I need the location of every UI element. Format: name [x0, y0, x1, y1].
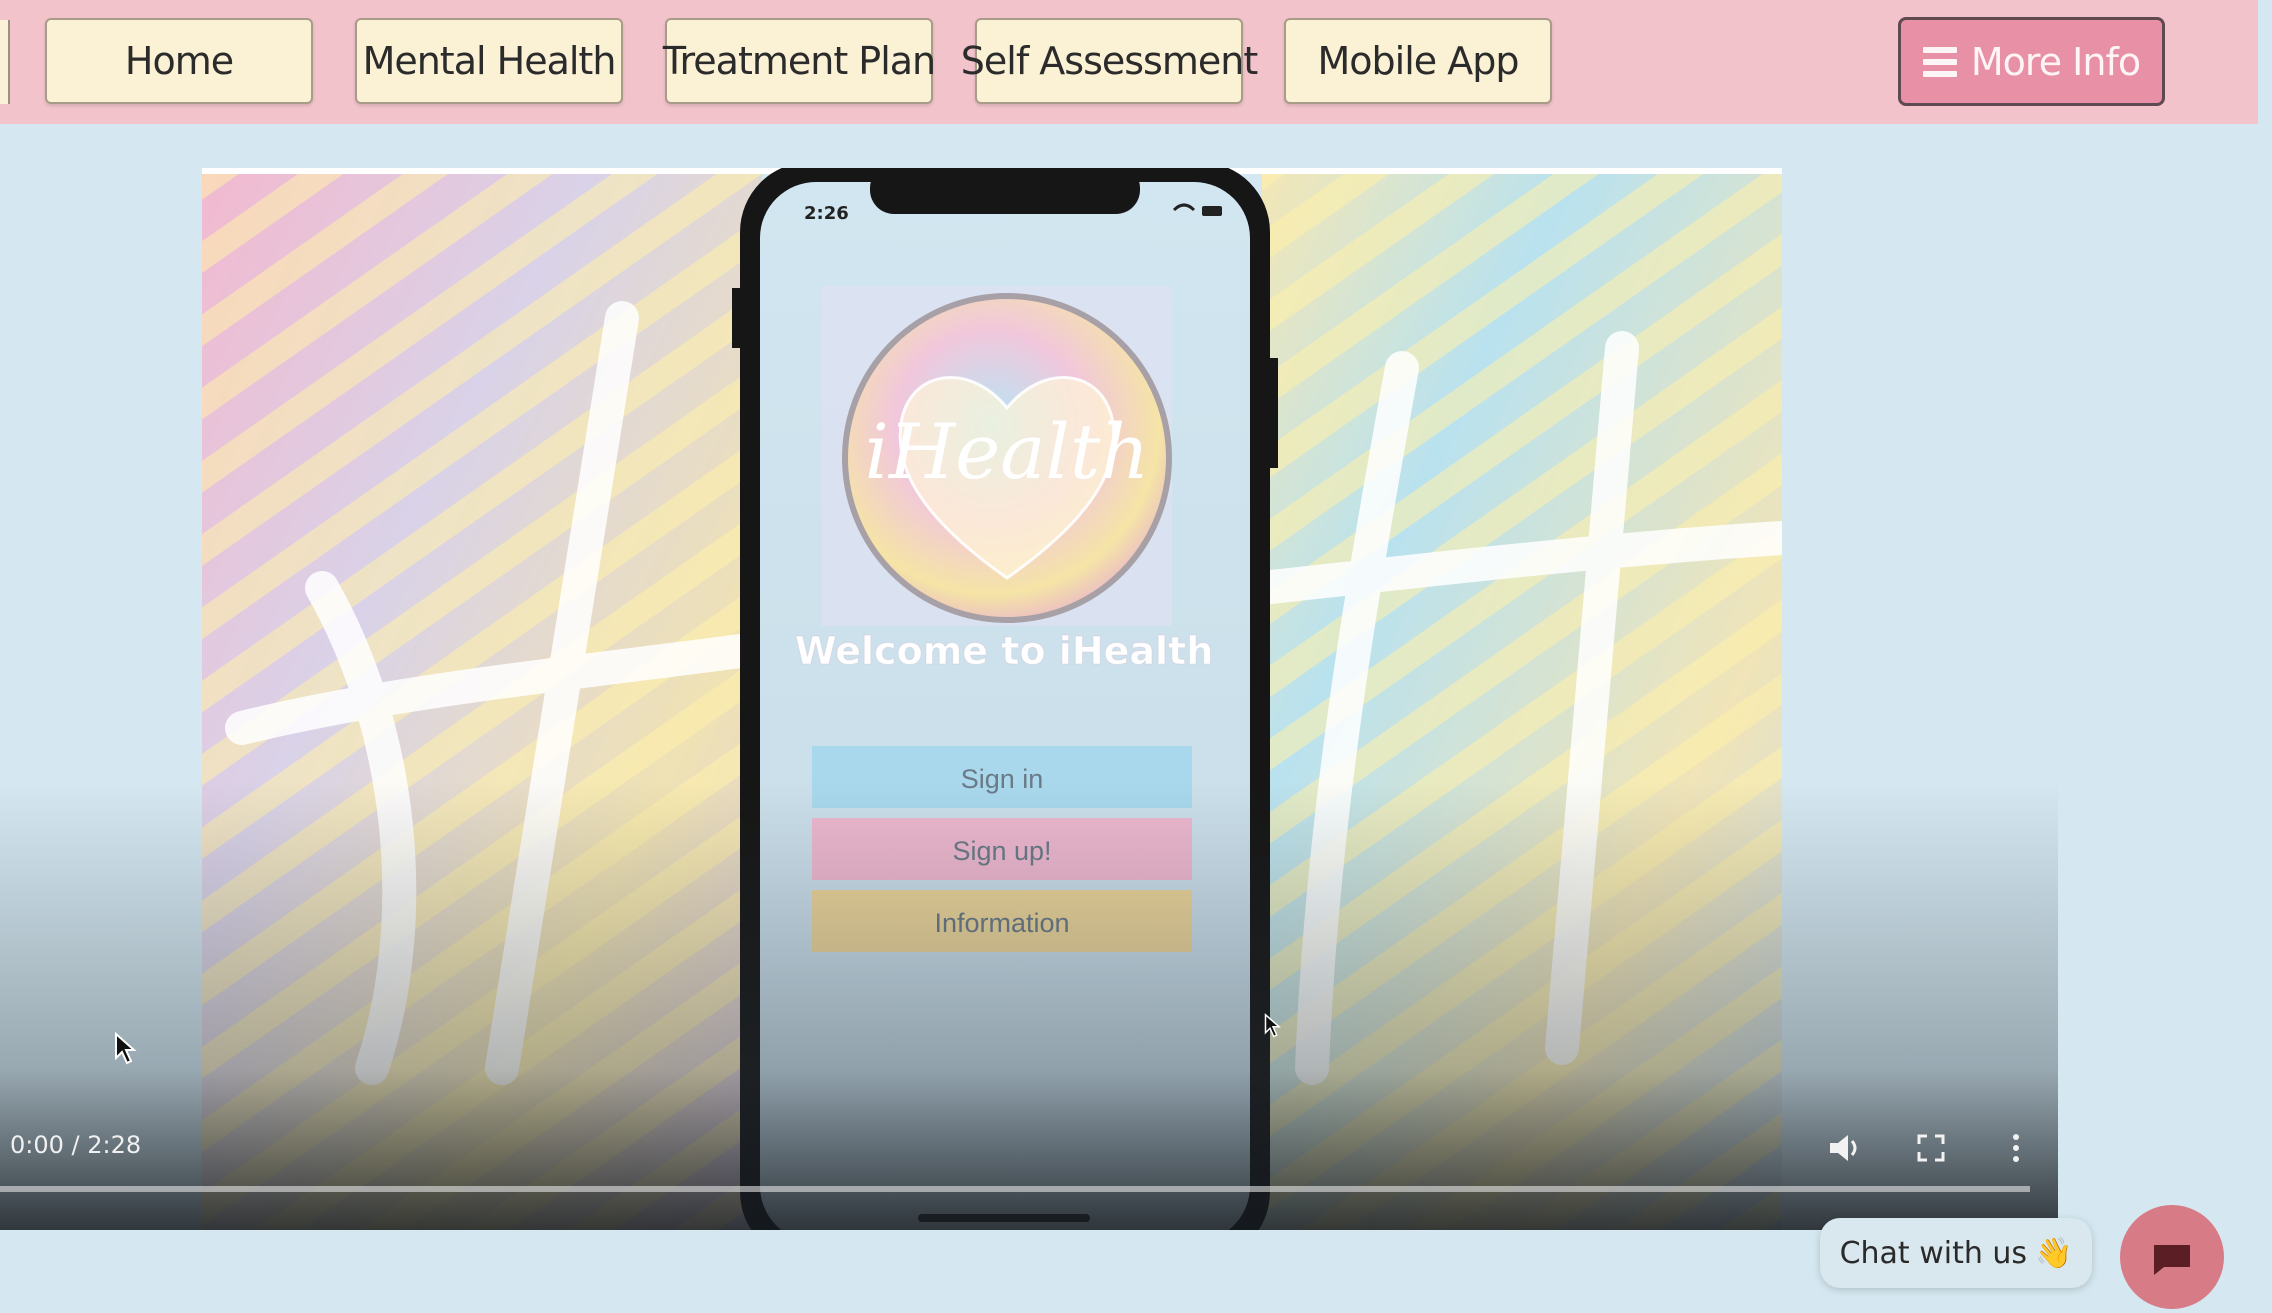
mouse-cursor-icon: [115, 1032, 137, 1065]
nav-edge-button[interactable]: [0, 20, 10, 104]
nav-mental-health-button[interactable]: Mental Health: [355, 18, 623, 104]
fullscreen-icon[interactable]: [1911, 1128, 1951, 1168]
hamburger-icon: [1922, 46, 1957, 77]
video-time: 0:00 / 2:28: [10, 1131, 142, 1159]
chat-fab-button[interactable]: [2120, 1205, 2224, 1309]
nav-self-assessment-button[interactable]: Self Assessment: [961, 18, 1258, 104]
video-thumbnail: 2:26 iHealth Welcome to iHealth Sign in …: [202, 168, 1782, 1230]
chat-bubble-icon: [2154, 1245, 2190, 1275]
top-navbar: Home Mental Health Treatment Plan Self A…: [0, 0, 2258, 124]
volume-icon[interactable]: [1824, 1128, 1864, 1168]
nav-mobile-app-button[interactable]: Mobile App: [1284, 18, 1552, 104]
more-info-label: More Info: [1970, 39, 2141, 84]
sign-up-label: Sign up!: [952, 836, 1051, 866]
sign-in-label: Sign in: [961, 764, 1044, 794]
phone-status-time: 2:26: [804, 203, 849, 224]
nav-treatment-plan-button[interactable]: Treatment Plan: [663, 18, 936, 104]
nav-home-button[interactable]: Home: [45, 18, 313, 104]
welcome-text: Welcome to iHealth: [795, 629, 1214, 673]
video-player[interactable]: 2:26 iHealth Welcome to iHealth Sign in …: [0, 160, 2058, 1230]
more-info-button[interactable]: More Info: [1898, 17, 2165, 106]
chat-label: Chat with us: [1839, 1235, 2028, 1271]
video-progress-bar[interactable]: [0, 1186, 2030, 1192]
mouse-cursor-icon: [1264, 1013, 1281, 1038]
logo-text: iHealth: [865, 407, 1150, 496]
more-options-icon[interactable]: [1996, 1128, 2036, 1168]
information-label: Information: [934, 908, 1069, 938]
waving-hand-icon: 👋: [2035, 1235, 2073, 1271]
